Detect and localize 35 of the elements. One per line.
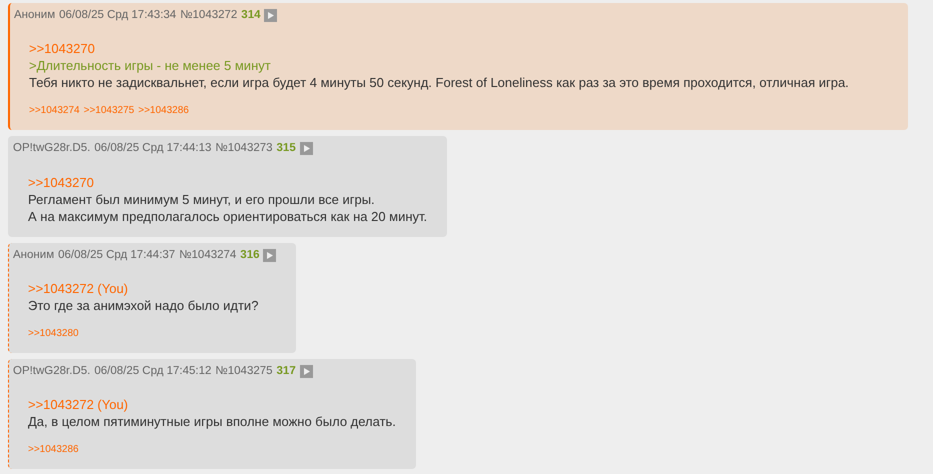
poster-name: Аноним	[13, 248, 54, 262]
post-number[interactable]: №1043273	[215, 140, 273, 158]
post-date: 06/08/25 Срд 17:44:13	[94, 141, 212, 156]
poster-name: OP!twG28r.D5.	[13, 364, 90, 379]
backlink[interactable]: >>1043286	[28, 442, 79, 457]
post-text: А на максимум предполагалось ориентироваться как на 20 минут.	[28, 208, 428, 224]
post-text: Да, в целом пятиминутные игры вполне можно было делать.	[28, 413, 396, 430]
reply-link[interactable]: >>1043270	[29, 40, 95, 58]
play-icon[interactable]	[263, 248, 276, 262]
backlink[interactable]: >>1043280	[28, 326, 79, 341]
post-date: 06/08/25 Срд 17:44:37	[58, 248, 176, 262]
post-index: 317	[276, 364, 296, 379]
reply-link[interactable]: >>1043272 (You)	[28, 396, 128, 413]
play-icon[interactable]	[300, 142, 313, 156]
post-index: 314	[241, 8, 260, 23]
post-date: 06/08/25 Срд 17:45:12	[94, 364, 212, 379]
post-text: Это где за анимэхой надо было идти?	[28, 296, 258, 314]
play-icon[interactable]	[300, 364, 313, 378]
post-date: 06/08/25 Срд 17:43:34	[59, 8, 176, 23]
quote-text: >Длительность игры - не менее 5 минут	[29, 57, 271, 74]
backlink[interactable]: >>1043275	[84, 103, 134, 118]
play-icon[interactable]	[264, 9, 278, 22]
post-number[interactable]: №1043274	[179, 246, 236, 264]
backlink[interactable]: >>1043286	[138, 103, 189, 118]
poster-name: Аноним	[14, 8, 56, 23]
reply-link[interactable]: >>1043270	[28, 174, 94, 190]
post-number[interactable]: №1043272	[180, 7, 238, 24]
poster-name: OP!twG28r.D5.	[13, 141, 90, 156]
post-text: Регламент был минимум 5 минут, и его прошли все игры.	[28, 190, 375, 208]
backlink[interactable]: >>1043274	[29, 103, 80, 118]
post-text: Тебя никто не задисквальнет, если игра будет 4 минуты 50 секунд. Forest of Loneliness как раз за это время проходится, отличная игра.	[29, 74, 849, 92]
post-index: 315	[276, 141, 296, 156]
post-index: 316	[240, 248, 260, 262]
reply-link[interactable]: >>1043272 (You)	[28, 280, 128, 297]
post-number[interactable]: №1043275	[215, 362, 273, 380]
